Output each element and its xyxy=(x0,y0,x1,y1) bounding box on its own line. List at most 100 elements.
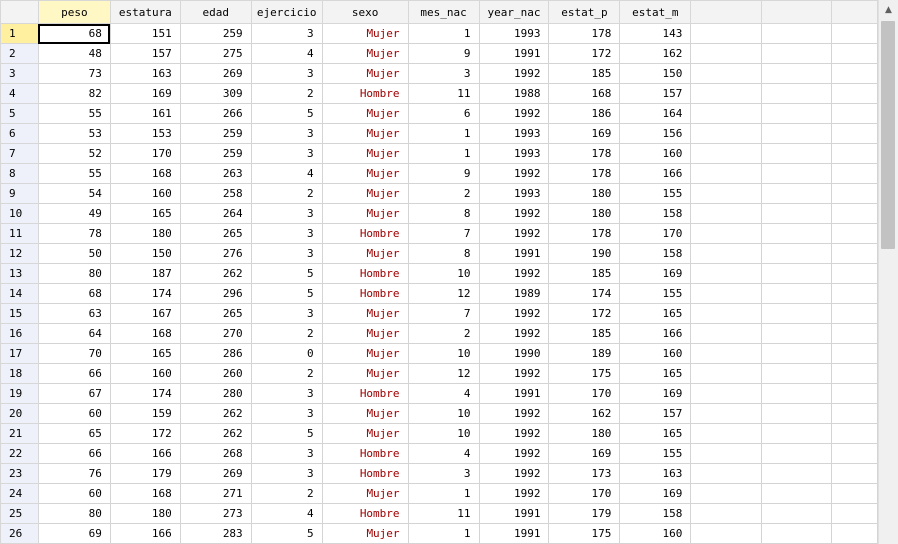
column-header-empty[interactable] xyxy=(761,0,832,24)
cell-ejercicio[interactable]: 3 xyxy=(250,463,323,484)
cell-year_nac[interactable]: 1992 xyxy=(478,263,550,284)
empty-cell[interactable] xyxy=(830,423,878,444)
row-header[interactable]: 25 xyxy=(0,503,39,524)
cell-sexo[interactable]: Mujer xyxy=(321,103,409,124)
cell-estatura[interactable]: 163 xyxy=(109,63,181,84)
cell-edad[interactable]: 268 xyxy=(179,443,252,464)
cell-ejercicio[interactable]: 3 xyxy=(250,143,323,164)
cell-estatura[interactable]: 160 xyxy=(109,183,181,204)
empty-cell[interactable] xyxy=(761,103,832,124)
empty-cell[interactable] xyxy=(761,23,832,44)
empty-cell[interactable] xyxy=(690,283,763,304)
cell-estat_m[interactable]: 165 xyxy=(619,363,692,384)
cell-estat_m[interactable]: 143 xyxy=(619,23,692,44)
empty-cell[interactable] xyxy=(830,403,878,424)
empty-cell[interactable] xyxy=(830,243,878,264)
cell-mes_nac[interactable]: 8 xyxy=(407,203,480,224)
column-header-edad[interactable]: edad xyxy=(179,0,252,24)
cell-mes_nac[interactable]: 12 xyxy=(407,363,480,384)
cell-sexo[interactable]: Hombre xyxy=(321,463,409,484)
cell-estat_m[interactable]: 166 xyxy=(619,323,692,344)
cell-sexo[interactable]: Hombre xyxy=(321,83,409,104)
row-header[interactable]: 3 xyxy=(0,63,39,84)
cell-estat_p[interactable]: 186 xyxy=(548,103,621,124)
empty-cell[interactable] xyxy=(690,323,763,344)
cell-estatura[interactable]: 169 xyxy=(109,83,181,104)
cell-estat_p[interactable]: 172 xyxy=(548,303,621,324)
cell-ejercicio[interactable]: 2 xyxy=(250,83,323,104)
cell-sexo[interactable]: Mujer xyxy=(321,243,409,264)
cell-sexo[interactable]: Mujer xyxy=(321,323,409,344)
cell-mes_nac[interactable]: 10 xyxy=(407,343,480,364)
cell-estatura[interactable]: 174 xyxy=(109,283,181,304)
empty-cell[interactable] xyxy=(761,183,832,204)
cell-estat_p[interactable]: 180 xyxy=(548,423,621,444)
cell-estat_m[interactable]: 155 xyxy=(619,283,692,304)
column-header-estat_p[interactable]: estat_p xyxy=(548,0,621,24)
cell-edad[interactable]: 262 xyxy=(179,263,252,284)
row-header[interactable]: 6 xyxy=(0,123,39,144)
cell-ejercicio[interactable]: 3 xyxy=(250,383,323,404)
empty-cell[interactable] xyxy=(761,383,832,404)
cell-ejercicio[interactable]: 4 xyxy=(250,163,323,184)
row-header[interactable]: 5 xyxy=(0,103,39,124)
cell-edad[interactable]: 283 xyxy=(179,523,252,544)
cell-peso[interactable]: 69 xyxy=(37,523,111,544)
empty-cell[interactable] xyxy=(690,43,763,64)
cell-estatura[interactable]: 159 xyxy=(109,403,181,424)
cell-estat_p[interactable]: 174 xyxy=(548,283,621,304)
cell-estat_p[interactable]: 178 xyxy=(548,143,621,164)
empty-cell[interactable] xyxy=(830,383,878,404)
empty-cell[interactable] xyxy=(830,363,878,384)
cell-edad[interactable]: 273 xyxy=(179,503,252,524)
chevron-up-icon[interactable]: ▲ xyxy=(879,0,898,20)
cell-estat_p[interactable]: 170 xyxy=(548,483,621,504)
cell-mes_nac[interactable]: 1 xyxy=(407,123,480,144)
cell-sexo[interactable]: Mujer xyxy=(321,23,409,44)
empty-cell[interactable] xyxy=(761,63,832,84)
cell-year_nac[interactable]: 1988 xyxy=(478,83,550,104)
cell-ejercicio[interactable]: 3 xyxy=(250,203,323,224)
cell-estat_m[interactable]: 155 xyxy=(619,183,692,204)
row-header[interactable]: 7 xyxy=(0,143,39,164)
cell-year_nac[interactable]: 1989 xyxy=(478,283,550,304)
cell-peso[interactable]: 66 xyxy=(37,363,111,384)
cell-mes_nac[interactable]: 9 xyxy=(407,43,480,64)
empty-cell[interactable] xyxy=(761,323,832,344)
cell-sexo[interactable]: Hombre xyxy=(321,223,409,244)
row-header[interactable]: 21 xyxy=(0,423,39,444)
empty-cell[interactable] xyxy=(690,503,763,524)
empty-cell[interactable] xyxy=(761,443,832,464)
cell-ejercicio[interactable]: 2 xyxy=(250,183,323,204)
empty-cell[interactable] xyxy=(830,23,878,44)
cell-estat_p[interactable]: 172 xyxy=(548,43,621,64)
cell-peso[interactable]: 70 xyxy=(37,343,111,364)
empty-cell[interactable] xyxy=(690,463,763,484)
empty-cell[interactable] xyxy=(690,403,763,424)
cell-year_nac[interactable]: 1991 xyxy=(478,383,550,404)
column-header-year_nac[interactable]: year_nac xyxy=(478,0,550,24)
cell-estatura[interactable]: 168 xyxy=(109,163,181,184)
cell-sexo[interactable]: Mujer xyxy=(321,363,409,384)
empty-cell[interactable] xyxy=(690,443,763,464)
empty-cell[interactable] xyxy=(761,363,832,384)
empty-cell[interactable] xyxy=(690,243,763,264)
cell-year_nac[interactable]: 1993 xyxy=(478,123,550,144)
cell-peso[interactable]: 55 xyxy=(37,163,111,184)
cell-peso[interactable]: 68 xyxy=(37,283,111,304)
row-header[interactable]: 2 xyxy=(0,43,39,64)
empty-cell[interactable] xyxy=(761,463,832,484)
cell-edad[interactable]: 265 xyxy=(179,223,252,244)
cell-mes_nac[interactable]: 7 xyxy=(407,223,480,244)
cell-mes_nac[interactable]: 10 xyxy=(407,263,480,284)
cell-ejercicio[interactable]: 3 xyxy=(250,303,323,324)
cell-estatura[interactable]: 174 xyxy=(109,383,181,404)
cell-estatura[interactable]: 161 xyxy=(109,103,181,124)
row-header[interactable]: 13 xyxy=(0,263,39,284)
column-header-sexo[interactable]: sexo xyxy=(321,0,409,24)
cell-ejercicio[interactable]: 2 xyxy=(250,483,323,504)
cell-sexo[interactable]: Hombre xyxy=(321,283,409,304)
empty-cell[interactable] xyxy=(690,383,763,404)
row-header[interactable]: 16 xyxy=(0,323,39,344)
cell-estat_p[interactable]: 169 xyxy=(548,123,621,144)
